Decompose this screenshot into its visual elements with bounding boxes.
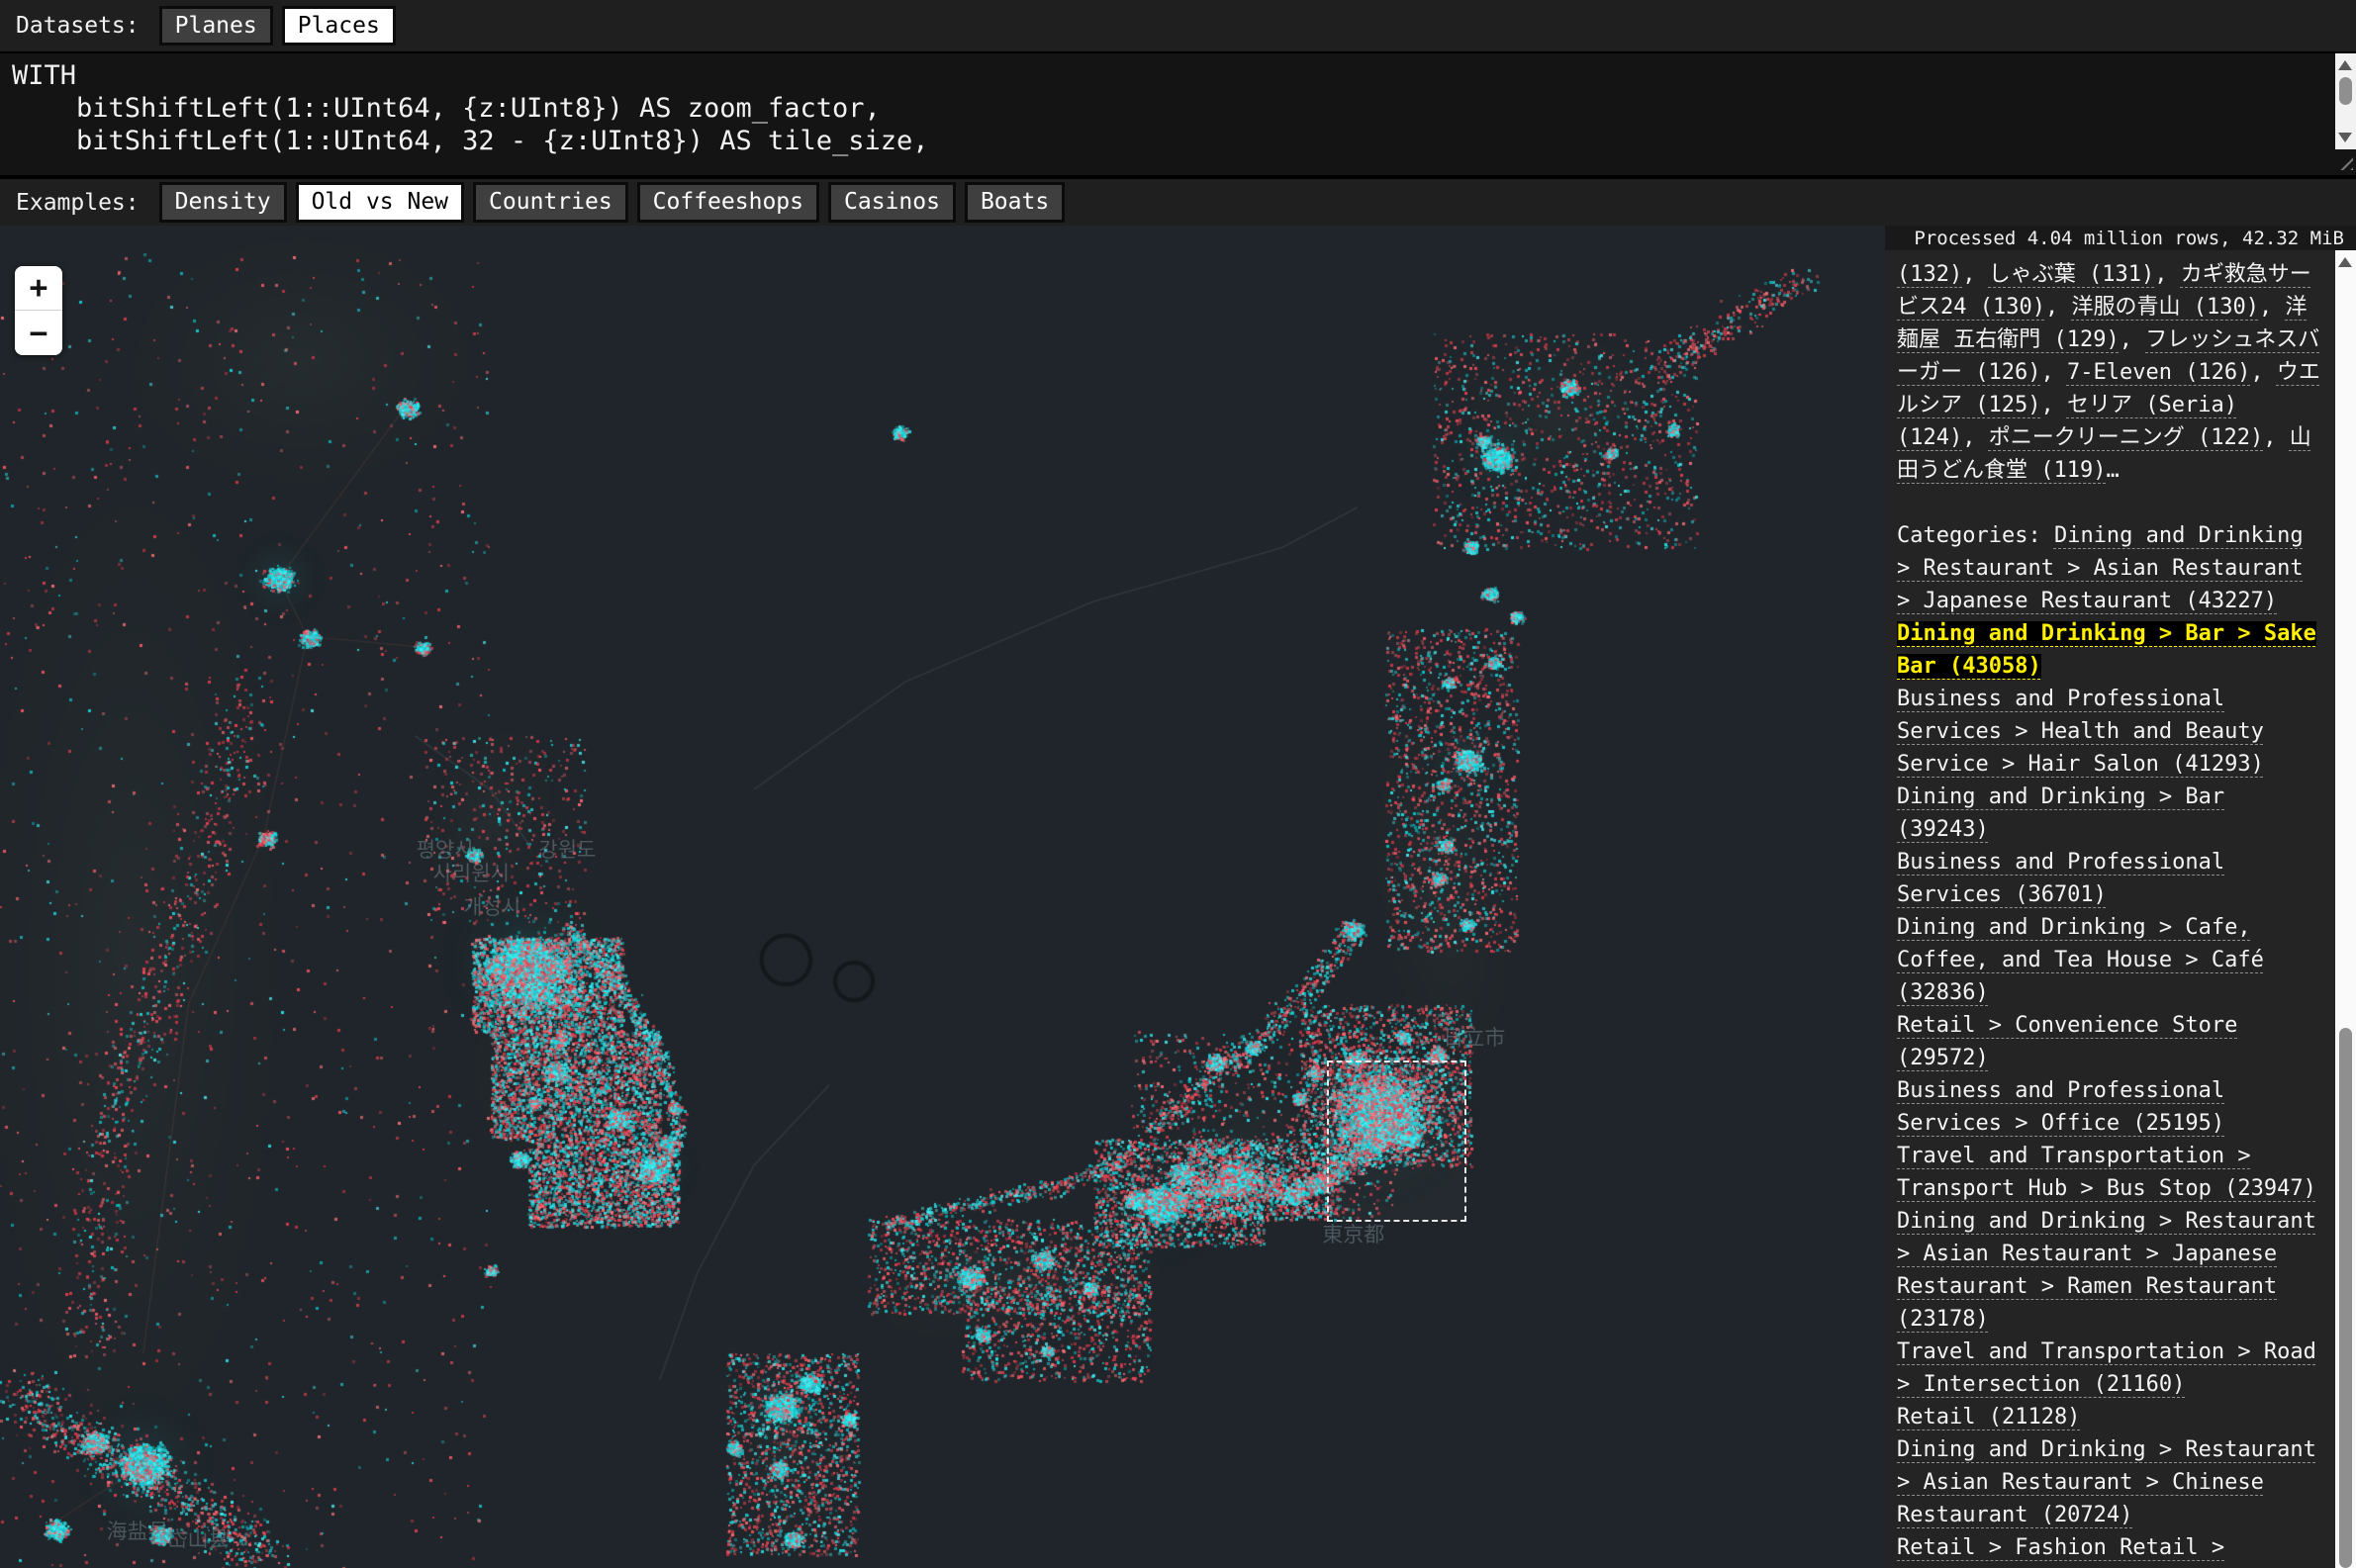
category-link[interactable]: Dining and Drinking > Restaurant > Asian… (1897, 1437, 2316, 1527)
category-link[interactable]: Travel and Transportation > Transport Hu… (1897, 1144, 2316, 1201)
category-link[interactable]: Retail > Convenience Store (29572) (1897, 1013, 2237, 1070)
example-button-boats[interactable]: Boats (965, 182, 1065, 222)
app: Datasets: PlanesPlaces WITH bitShiftLeft… (0, 0, 2356, 1568)
sql-editor[interactable]: WITH bitShiftLeft(1::UInt64, {z:UInt8}) … (0, 51, 2356, 177)
sidebar-scrollbar-thumb[interactable] (2339, 1028, 2352, 1568)
category-row: Dining and Drinking > Restaurant > Asian… (1897, 1205, 2321, 1336)
category-row: Dining and Drinking > Cafe, Coffee, and … (1897, 911, 2321, 1009)
selection-rectangle[interactable] (1327, 1061, 1466, 1222)
brand-link[interactable]: (132) (1897, 262, 1962, 287)
sql-scrollbar[interactable] (2335, 53, 2356, 149)
scroll-up-icon[interactable] (2338, 60, 2352, 70)
category-link[interactable]: Business and Professional Services > Off… (1897, 1078, 2224, 1136)
sidebar-content: (132), しゃぶ葉 (131), カギ救急サービス24 (130), 洋服の… (1885, 250, 2335, 1568)
scroll-up-icon[interactable] (2338, 257, 2352, 267)
dataset-button-group: PlanesPlaces (159, 6, 405, 46)
category-link[interactable]: Business and Professional Services > Hea… (1897, 687, 2264, 777)
example-button-countries[interactable]: Countries (473, 182, 628, 222)
brand-link[interactable]: 7-Eleven (126) (2067, 360, 2250, 385)
sidebar: Processed 4.04 million rows, 42.32 MiB (… (1885, 226, 2356, 1568)
category-row: Retail > Fashion Retail > Clothing Store… (1897, 1531, 2321, 1568)
example-button-group: DensityOld vs NewCountriesCoffeeshopsCas… (159, 182, 1075, 222)
category-link[interactable]: Travel and Transportation > Road > Inter… (1897, 1339, 2316, 1397)
examples-bar: Examples: DensityOld vs NewCountriesCoff… (0, 177, 2356, 226)
category-link[interactable]: Business and Professional Services (3670… (1897, 850, 2224, 907)
example-button-casinos[interactable]: Casinos (828, 182, 956, 222)
example-button-old-vs-new[interactable]: Old vs New (296, 182, 464, 222)
scroll-down-icon[interactable] (2338, 133, 2352, 142)
category-row: Travel and Transportation > Transport Hu… (1897, 1140, 2321, 1205)
category-row: Travel and Transportation > Road > Inter… (1897, 1336, 2321, 1401)
categories-prefix: Categories: (1897, 523, 2054, 548)
brand-link[interactable]: ポニークリーニング (122) (1989, 425, 2263, 450)
category-row: Business and Professional Services (3670… (1897, 846, 2321, 911)
category-row: Business and Professional Services > Off… (1897, 1074, 2321, 1140)
main-area: + − 東京都日立市강원도개성시사리원시평양시海盐县岱山县 Processed … (0, 226, 2356, 1568)
examples-label: Examples: (16, 190, 140, 216)
map-canvas[interactable] (0, 226, 1885, 1568)
category-row: Categories: Dining and Drinking > Restau… (1897, 519, 2321, 617)
category-link[interactable]: Retail (21128) (1897, 1405, 2080, 1430)
zoom-out-button[interactable]: − (15, 311, 62, 355)
example-button-density[interactable]: Density (159, 182, 287, 222)
category-row: Dining and Drinking > Restaurant > Asian… (1897, 1433, 2321, 1531)
categories-list: Categories: Dining and Drinking > Restau… (1897, 519, 2321, 1568)
sql-scrollbar-thumb[interactable] (2339, 77, 2352, 105)
category-link[interactable]: Retail > Fashion Retail > Clothing Store… (1897, 1535, 2224, 1568)
example-button-coffeeshops[interactable]: Coffeeshops (637, 182, 819, 222)
status-text: Processed 4.04 million rows, 42.32 MiB (1885, 226, 2356, 250)
map-zoom-control: + − (15, 266, 62, 355)
brands-paragraph: (132), しゃぶ葉 (131), カギ救急サービス24 (130), 洋服の… (1897, 258, 2321, 487)
category-row: Dining and Drinking > Bar (39243) (1897, 781, 2321, 846)
category-link[interactable]: Dining and Drinking > Bar (39243) (1897, 784, 2224, 842)
dataset-button-places[interactable]: Places (282, 6, 396, 46)
datasets-bar: Datasets: PlanesPlaces (0, 0, 2356, 51)
sidebar-body: (132), しゃぶ葉 (131), カギ救急サービス24 (130), 洋服の… (1885, 250, 2356, 1568)
brand-link[interactable]: しゃぶ葉 (131) (1989, 262, 2154, 287)
brand-link[interactable]: 洋服の青山 (130) (2071, 295, 2258, 320)
sidebar-scrollbar[interactable] (2335, 250, 2356, 1568)
category-row: Dining and Drinking > Bar > Sake Bar (43… (1897, 617, 2321, 683)
category-row: Retail > Convenience Store (29572) (1897, 1009, 2321, 1074)
sql-code[interactable]: WITH bitShiftLeft(1::UInt64, {z:UInt8}) … (0, 53, 2356, 175)
dataset-button-planes[interactable]: Planes (159, 6, 273, 46)
category-link[interactable]: Dining and Drinking > Restaurant > Asian… (1897, 1209, 2316, 1332)
map[interactable]: + − 東京都日立市강원도개성시사리원시평양시海盐县岱山县 (0, 226, 1885, 1568)
category-link[interactable]: Dining and Drinking > Cafe, Coffee, and … (1897, 915, 2264, 1005)
category-row: Business and Professional Services > Hea… (1897, 683, 2321, 781)
category-link[interactable]: Dining and Drinking > Bar > Sake Bar (43… (1897, 621, 2316, 679)
zoom-in-button[interactable]: + (15, 266, 62, 311)
datasets-label: Datasets: (16, 13, 140, 39)
category-row: Retail (21128) (1897, 1401, 2321, 1433)
